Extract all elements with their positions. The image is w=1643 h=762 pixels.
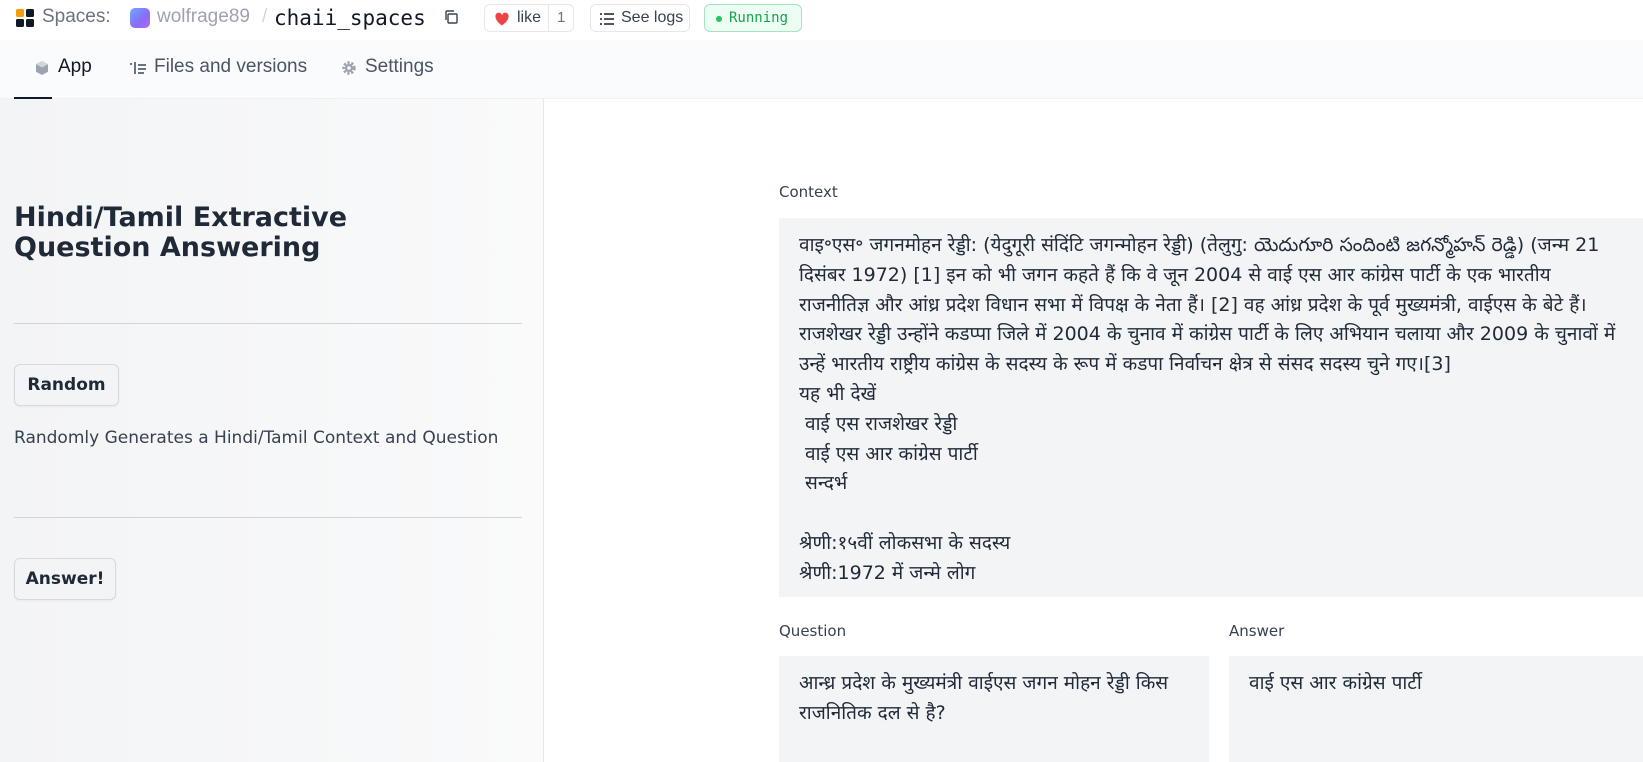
- files-icon: [130, 60, 146, 76]
- answer-textarea[interactable]: वाई एस आर कांग्रेस पार्टी: [1229, 656, 1643, 762]
- like-label: like: [517, 9, 542, 26]
- tab-settings-label: Settings: [365, 56, 434, 77]
- sidebar-divider-bottom: [14, 517, 522, 518]
- tab-bar: App Files and versions Settings: [0, 40, 1643, 99]
- tab-app-label: App: [58, 56, 92, 77]
- page-title: Hindi/Tamil Extractive Question Answerin…: [14, 202, 348, 263]
- status-badge: Running: [704, 4, 802, 32]
- spaces-label[interactable]: Spaces:: [42, 6, 111, 28]
- path-separator: /: [262, 6, 268, 27]
- like-button[interactable]: like 1: [484, 4, 574, 32]
- heart-icon: [494, 11, 510, 27]
- gear-icon: [341, 60, 357, 76]
- question-label: Question: [779, 622, 847, 640]
- answer-label: Answer: [1229, 622, 1285, 640]
- owner-link[interactable]: wolfrage89: [157, 6, 250, 28]
- status-label: Running: [729, 10, 789, 26]
- random-button[interactable]: Random: [14, 364, 119, 406]
- like-divider: [548, 5, 549, 31]
- top-bar: Spaces: wolfrage89 / chaii_spaces like 1…: [0, 0, 1643, 40]
- spaces-logo-icon[interactable]: [16, 9, 34, 27]
- context-textarea[interactable]: वाइ॰एस॰ जगनमोहन रेड्डी: (येदुगूरी संदिंट…: [779, 218, 1643, 597]
- sidebar: Hindi/Tamil Extractive Question Answerin…: [0, 99, 544, 762]
- repo-name[interactable]: chaii_spaces: [274, 6, 426, 30]
- app-icon: [34, 60, 50, 76]
- status-dot-icon: [716, 16, 722, 22]
- copy-icon[interactable]: [443, 9, 459, 25]
- see-logs-label: See logs: [621, 9, 684, 26]
- question-textarea[interactable]: आन्ध्र प्रदेश के मुख्यमंत्री वाईएस जगन म…: [779, 656, 1209, 762]
- sidebar-divider-top: [14, 323, 522, 324]
- answer-button[interactable]: Answer!: [14, 558, 116, 600]
- tab-files-label: Files and versions: [154, 56, 308, 77]
- logs-icon: [600, 12, 614, 26]
- random-help-text: Randomly Generates a Hindi/Tamil Context…: [14, 428, 499, 448]
- like-count[interactable]: 1: [557, 9, 565, 26]
- see-logs-button[interactable]: See logs: [590, 4, 690, 32]
- owner-avatar: [130, 8, 150, 28]
- context-label: Context: [779, 183, 838, 201]
